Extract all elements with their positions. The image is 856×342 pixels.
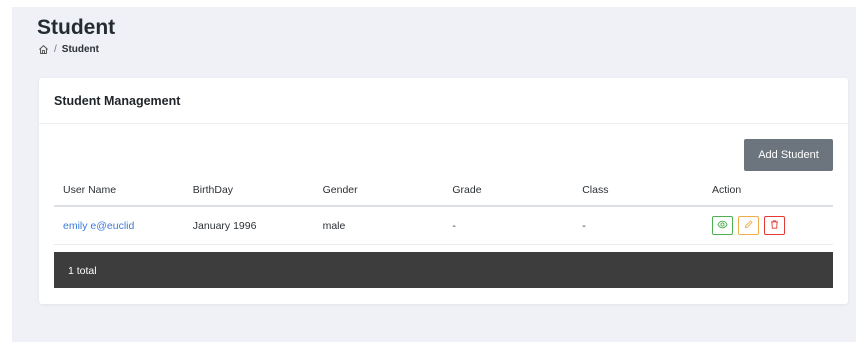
user-name-link[interactable]: emily e@euclid: [54, 220, 184, 232]
card-title: Student Management: [39, 78, 848, 124]
row-actions: [711, 216, 833, 235]
action-cell: [703, 216, 833, 235]
view-button[interactable]: [711, 216, 733, 235]
page-title: Student: [37, 16, 116, 39]
class-cell: -: [582, 219, 586, 232]
table-footer-total: 1 total: [54, 252, 833, 288]
student-management-card: Student Management Add Student User Name…: [39, 78, 848, 304]
pencil-icon: [743, 219, 754, 233]
trash-icon: [769, 219, 780, 233]
breadcrumb-current: Student: [61, 44, 99, 55]
delete-button[interactable]: [763, 216, 785, 235]
table-header: User Name BirthDay Gender Grade Class Ac…: [54, 174, 833, 207]
students-table: User Name BirthDay Gender Grade Class Ac…: [54, 174, 833, 245]
column-header-birthday[interactable]: BirthDay: [184, 184, 314, 196]
grade-cell: -: [452, 219, 456, 232]
column-header-class[interactable]: Class: [573, 184, 703, 196]
birthday-cell: January 1996: [192, 219, 257, 232]
table-row: emily e@euclid January 1996 male - -: [54, 207, 833, 245]
column-header-grade[interactable]: Grade: [443, 184, 573, 196]
column-header-user-name[interactable]: User Name: [54, 184, 184, 196]
column-header-gender[interactable]: Gender: [314, 184, 444, 196]
eye-icon: [717, 219, 728, 233]
edit-button[interactable]: [737, 216, 759, 235]
home-icon[interactable]: [38, 44, 49, 55]
gender-cell: male: [322, 219, 346, 232]
add-student-button[interactable]: Add Student: [744, 139, 833, 171]
breadcrumb-separator: /: [54, 44, 57, 55]
column-header-action: Action: [711, 183, 742, 196]
breadcrumb: / Student: [38, 44, 99, 55]
page-content: Student / Student Student Management Add…: [12, 7, 856, 342]
